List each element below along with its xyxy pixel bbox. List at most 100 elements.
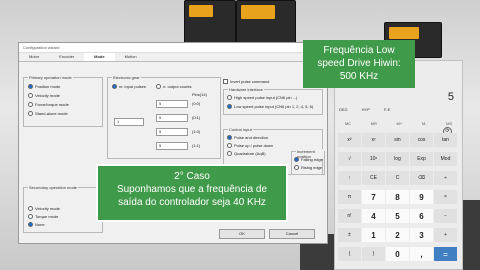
- calculator-key[interactable]: log: [386, 152, 409, 166]
- tab-motor[interactable]: Motor: [19, 53, 49, 61]
- calculator-key[interactable]: =: [434, 247, 457, 261]
- overlay-line2: Suponhamos que a frequência de: [116, 184, 268, 195]
- calculator-key[interactable]: 10ˣ: [362, 152, 385, 166]
- invert-pulse-checkbox[interactable]: Invert pulse command: [223, 79, 269, 84]
- radio-secondary-torque[interactable]: Torque mode: [28, 214, 58, 219]
- calculator-key[interactable]: π: [338, 190, 361, 204]
- calculator-key-row: n! 4 5 6−: [338, 209, 457, 223]
- memory-subtract-button[interactable]: M-: [422, 121, 427, 126]
- gear-field-4[interactable]: 5: [156, 142, 188, 150]
- overlay-bottom: 2° Caso Suponhamos que a frequência de s…: [96, 164, 288, 222]
- calculator-key[interactable]: 2: [386, 228, 409, 242]
- gear-field-2[interactable]: 5: [156, 114, 188, 122]
- calculator-key[interactable]: √: [338, 152, 361, 166]
- calculator-key[interactable]: ): [362, 247, 385, 261]
- calculator-key[interactable]: Mod: [434, 152, 457, 166]
- calculator-key[interactable]: x²: [338, 133, 361, 147]
- calculator-key[interactable]: 8: [386, 190, 409, 204]
- hyp-toggle[interactable]: HYP: [362, 107, 370, 112]
- calculator-key[interactable]: sin: [386, 133, 409, 147]
- calculator-key[interactable]: Exp: [410, 152, 433, 166]
- radio-position-mode[interactable]: Position mode: [28, 84, 60, 89]
- calculator-key[interactable]: 9: [410, 190, 433, 204]
- memory-clear-button[interactable]: MC: [345, 121, 351, 126]
- memory-bar: MC MR M+ M- MS: [335, 121, 462, 126]
- calculator-key[interactable]: 1: [362, 228, 385, 242]
- secondary-mode-group: Secondary operation mode Velocity mode T…: [23, 185, 103, 233]
- ok-button[interactable]: OK: [219, 229, 265, 239]
- overlay-top: Frequência Low speed Drive Hiwin: 500 KH…: [303, 40, 415, 88]
- radio-low-speed[interactable]: Low speed pulse input (CN6 pin 1, 2, 4, …: [227, 104, 313, 109]
- servo-drive-left: [184, 0, 236, 48]
- tab-motion[interactable]: Motion: [115, 53, 147, 61]
- calculator-key[interactable]: 0: [386, 247, 409, 261]
- calculator-key[interactable]: +: [434, 228, 457, 242]
- calculator-display: 5: [447, 91, 454, 103]
- radio-standalone-mode[interactable]: Stand-alone mode: [28, 111, 68, 116]
- calculator-key[interactable]: C: [386, 171, 409, 185]
- radio-pulse-direction[interactable]: Pulse and direction: [227, 135, 268, 140]
- group-title: Primary operation mode: [28, 75, 73, 80]
- gear-row-label: (1:0): [192, 129, 201, 134]
- calculator-key[interactable]: ÷: [434, 171, 457, 185]
- primary-mode-group: Primary operation mode Position mode Vel…: [23, 75, 103, 127]
- memory-recall-button[interactable]: MR: [371, 121, 377, 126]
- deg-toggle[interactable]: DEG: [339, 107, 348, 112]
- radio-secondary-none[interactable]: None: [28, 222, 45, 227]
- calculator-key[interactable]: tan: [434, 133, 457, 147]
- calculator-key[interactable]: 7: [362, 190, 385, 204]
- group-title: Electronic gear: [112, 75, 141, 80]
- cancel-button[interactable]: Cancel: [269, 229, 315, 239]
- tab-encoder[interactable]: Encoder: [49, 53, 84, 61]
- group-title: Hardware interface: [228, 87, 264, 92]
- tab-bar: Motor Encoder Mode Motion: [19, 53, 327, 62]
- calculator-key-row: √ 10ˣ log Exp Mod: [338, 152, 457, 166]
- calculator-key[interactable]: (: [338, 247, 361, 261]
- window-title: Configuration wizard: [19, 43, 327, 53]
- group-title: Secondary operation mode: [28, 185, 79, 190]
- memory-store-button[interactable]: MS: [446, 121, 452, 126]
- calculator-key[interactable]: ↑: [338, 171, 361, 185]
- overlay-line3: saída do controlador seja 40 KHz: [118, 197, 266, 208]
- radio-quadrature[interactable]: Quadrature (AqB): [227, 151, 266, 156]
- calculator-window: 5 ⟳ DEG HYP F-E MC MR M+ M- MS x² xʸ sin co…: [334, 60, 463, 270]
- radio-secondary-velocity[interactable]: Velocity mode: [28, 206, 60, 211]
- memory-add-button[interactable]: M+: [397, 121, 403, 126]
- radio-pulse-up-down[interactable]: Pulse up / pulse down: [227, 143, 273, 148]
- calculator-key-row: π 7 8 9 ×: [338, 190, 457, 204]
- calculator-key[interactable]: xʸ: [362, 133, 385, 147]
- radio-velocity-mode[interactable]: Velocity mode: [28, 93, 60, 98]
- pins-header: Pins(14): [192, 92, 207, 97]
- radio-high-speed[interactable]: High speed pulse input (CN6 pin ...): [227, 95, 297, 100]
- calculator-key[interactable]: CE: [362, 171, 385, 185]
- calculator-key-row: () 0, =: [338, 247, 457, 261]
- calculator-key[interactable]: ,: [410, 247, 433, 261]
- gear-field-3[interactable]: 5: [156, 128, 188, 136]
- tab-mode[interactable]: Mode: [84, 53, 115, 61]
- radio-output-counts[interactable]: n: output counts: [156, 84, 191, 89]
- calculator-key[interactable]: n!: [338, 209, 361, 223]
- gear-row-label: (0:0): [192, 101, 201, 106]
- angle-mode-bar: DEG HYP F-E: [339, 107, 390, 112]
- calculator-key-row: ±1 2 3 +: [338, 228, 457, 242]
- radio-force-mode[interactable]: Force/torque mode: [28, 102, 69, 107]
- radio-input-pulses[interactable]: m: input pulses: [112, 84, 146, 89]
- calculator-key[interactable]: ±: [338, 228, 361, 242]
- calculator-key[interactable]: −: [434, 209, 457, 223]
- calculator-key[interactable]: ⌫: [410, 171, 433, 185]
- radio-rising-edge[interactable]: Rising edge: [294, 165, 322, 170]
- calculator-key[interactable]: ×: [434, 190, 457, 204]
- calculator-key-row: ↑ CE C ⌫ ÷: [338, 171, 457, 185]
- gear-row-label: (0:1): [192, 115, 201, 120]
- overlay-line1: 2° Caso: [174, 171, 210, 182]
- calculator-key[interactable]: cos: [410, 133, 433, 147]
- gear-field-1[interactable]: 5: [156, 100, 188, 108]
- calculator-key[interactable]: 3: [410, 228, 433, 242]
- radio-falling-edge[interactable]: Falling edge: [294, 157, 323, 162]
- calculator-key[interactable]: 4: [362, 209, 385, 223]
- increment-position-group: Increment position Falling edge Rising e…: [291, 149, 325, 175]
- calculator-key[interactable]: 5: [386, 209, 409, 223]
- calculator-key[interactable]: 6: [410, 209, 433, 223]
- gear-left-field[interactable]: 1: [114, 118, 144, 126]
- fe-toggle[interactable]: F-E: [384, 107, 390, 112]
